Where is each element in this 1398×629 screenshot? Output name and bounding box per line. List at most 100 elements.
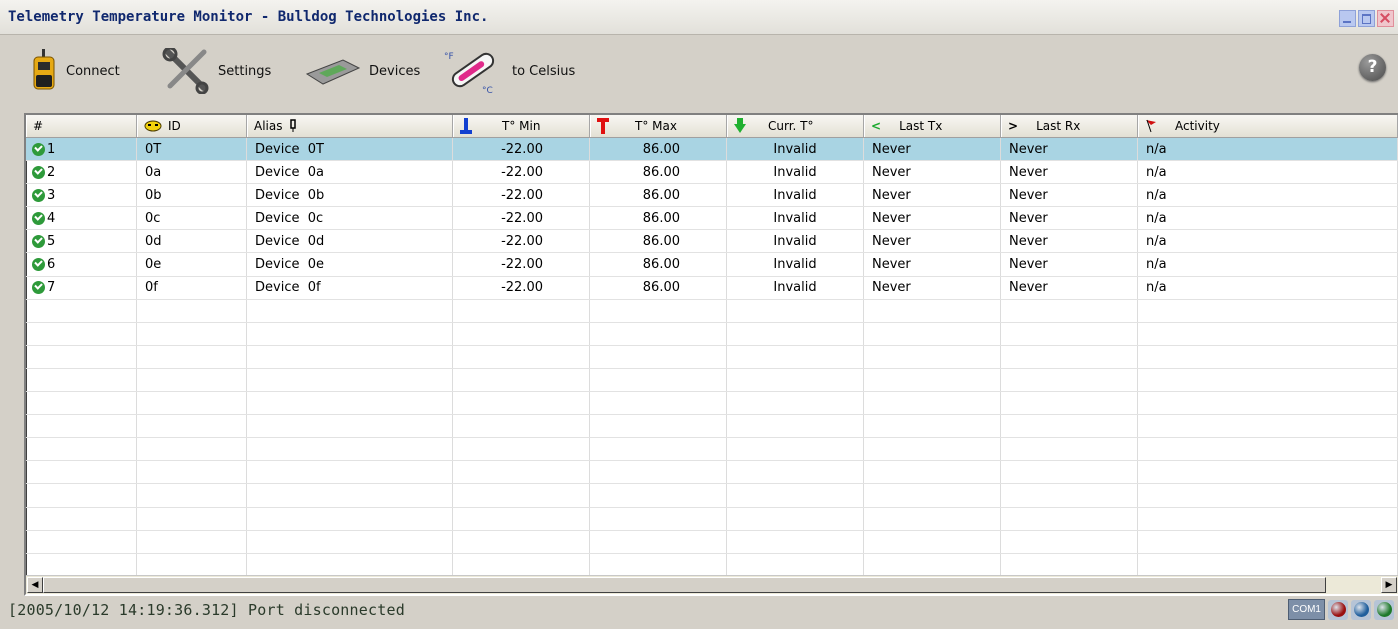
cell-tmax — [590, 392, 727, 415]
col-header-curr[interactable]: Curr. T° — [727, 115, 864, 137]
cell-id — [137, 438, 247, 461]
table-row[interactable]: 3 0b Device 0b -22.00 86.00 Invalid Never Never… — [26, 184, 1398, 208]
cell-tmin — [453, 438, 590, 461]
cell-last-rx — [1001, 484, 1138, 507]
cell-last-tx — [864, 484, 1001, 507]
col-header-alias[interactable]: Alias — [247, 115, 453, 137]
maximize-button[interactable] — [1358, 10, 1375, 27]
scroll-right-button[interactable]: ▶ — [1381, 577, 1397, 593]
cell-tmin — [453, 553, 590, 576]
port-indicators: COM1 — [1288, 599, 1394, 620]
cell-tmin: -22.00 — [453, 253, 590, 276]
scroll-thumb[interactable] — [43, 577, 1326, 593]
cell-last-tx: Never — [864, 230, 1001, 253]
cell-activity: n/a — [1138, 184, 1398, 207]
col-header-activity[interactable]: Activity — [1138, 115, 1398, 137]
settings-label: Settings — [218, 63, 272, 79]
thermo-max-icon — [597, 118, 609, 134]
device-icon — [305, 59, 361, 85]
minimize-button[interactable] — [1339, 10, 1356, 27]
cell-last-rx — [1001, 461, 1138, 484]
cell-alias — [247, 299, 453, 322]
table-row[interactable]: 6 0e Device 0e -22.00 86.00 Invalid Never Never… — [26, 253, 1398, 277]
cell-alias — [247, 438, 453, 461]
row-number: 2 — [47, 164, 56, 180]
led-red — [1328, 599, 1348, 620]
cell-tmin: -22.00 — [453, 207, 590, 230]
table-row[interactable]: 7 0f Device 0f -22.00 86.00 Invalid Never Never… — [26, 276, 1398, 300]
cell-activity — [1138, 345, 1398, 368]
col-label-num: # — [33, 119, 44, 133]
check-icon — [32, 281, 45, 295]
col-header-tmax[interactable]: T° Max — [590, 115, 727, 137]
row-number: 3 — [47, 187, 56, 203]
col-label-alias: Alias — [254, 119, 283, 133]
led-blue — [1351, 599, 1371, 620]
cell-tmin — [453, 415, 590, 438]
cell-last-tx: Never — [864, 253, 1001, 276]
cell-alias: Device 0b — [247, 184, 453, 207]
cell-alias: Device 0d — [247, 230, 453, 253]
to-celsius-button[interactable]: °F °C to Celsius — [440, 48, 575, 95]
cell-last-tx: Never — [864, 138, 1001, 161]
cell-last-tx — [864, 345, 1001, 368]
col-header-last-tx[interactable]: < Last Tx — [864, 115, 1001, 137]
row-number: 5 — [47, 233, 56, 249]
cell-last-rx — [1001, 368, 1138, 392]
cell-last-rx — [1001, 415, 1138, 438]
cell-alias — [247, 484, 453, 507]
cell-tmax — [590, 415, 727, 438]
cell-curr — [727, 553, 864, 576]
empty-row — [26, 507, 1398, 531]
cell-tmax: 86.00 — [590, 230, 727, 253]
table-row[interactable]: 4 0c Device 0c -22.00 86.00 Invalid Never Never… — [26, 207, 1398, 231]
led-green — [1374, 599, 1394, 620]
cell-alias: Device 0a — [247, 161, 453, 184]
cell-tmax: 86.00 — [590, 161, 727, 184]
cell-last-rx — [1001, 299, 1138, 322]
cell-tmin — [453, 368, 590, 392]
thermometer-icon: °F °C — [444, 52, 495, 95]
cell-last-tx — [864, 392, 1001, 415]
cell-alias — [247, 530, 453, 553]
col-header-last-rx[interactable]: > Last Rx — [1001, 115, 1138, 137]
devices-button[interactable]: Devices — [305, 48, 420, 94]
cell-activity: n/a — [1138, 138, 1398, 161]
cell-tmin — [453, 299, 590, 322]
col-header-num[interactable]: # — [26, 115, 137, 137]
cell-tmin — [453, 530, 590, 553]
cell-activity — [1138, 484, 1398, 507]
cell-tmax: 86.00 — [590, 207, 727, 230]
cell-id — [137, 345, 247, 368]
cell-last-rx — [1001, 438, 1138, 461]
cell-activity — [1138, 461, 1398, 484]
cell-last-tx — [864, 461, 1001, 484]
col-header-id[interactable]: ID — [137, 115, 247, 137]
table-row[interactable]: 2 0a Device 0a -22.00 86.00 Invalid Never Never… — [26, 161, 1398, 185]
cell-alias — [247, 392, 453, 415]
cell-num — [26, 322, 137, 345]
connect-button[interactable]: Connect — [30, 48, 120, 94]
horizontal-scrollbar[interactable]: ◀ ▶ — [26, 575, 1398, 594]
col-header-tmin[interactable]: T° Min — [453, 115, 590, 137]
window-controls — [1339, 10, 1394, 27]
close-button[interactable] — [1377, 10, 1394, 27]
help-icon[interactable]: ? — [1359, 54, 1386, 81]
cell-last-rx — [1001, 345, 1138, 368]
settings-button[interactable]: Settings — [162, 48, 271, 94]
cell-last-tx — [864, 530, 1001, 553]
scroll-left-button[interactable]: ◀ — [27, 577, 43, 593]
table-row[interactable]: 5 0d Device 0d -22.00 86.00 Invalid Never Never… — [26, 230, 1398, 254]
table-row[interactable]: 1 0T Device 0T -22.00 86.00 Invalid Never Never… — [26, 138, 1398, 162]
cell-id: 0a — [137, 161, 247, 184]
led-blue-light — [1353, 602, 1369, 617]
cell-num — [26, 392, 137, 415]
row-number: 4 — [47, 210, 56, 226]
row-number: 1 — [47, 141, 56, 157]
cell-num: 7 — [26, 276, 137, 299]
cell-last-rx: Never — [1001, 253, 1138, 276]
cell-id: 0e — [137, 253, 247, 276]
cell-alias — [247, 553, 453, 576]
empty-row — [26, 345, 1398, 369]
port-label: COM1 — [1288, 599, 1325, 620]
